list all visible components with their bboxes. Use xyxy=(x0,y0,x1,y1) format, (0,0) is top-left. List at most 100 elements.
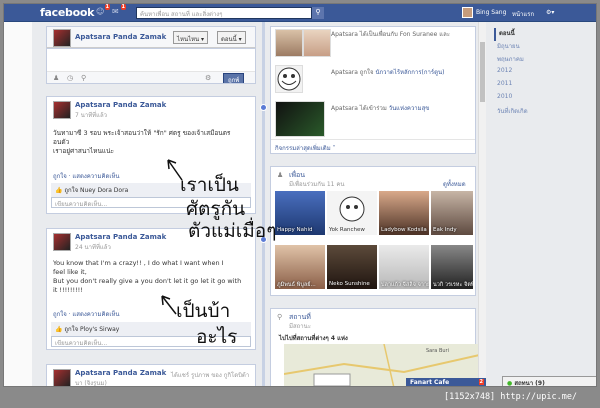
activity-link[interactable]: นักวาดไร้หลักการ(การ์ตูน) xyxy=(375,69,444,76)
see-all-friends-link[interactable]: ดูทั้งหมด xyxy=(443,179,466,189)
activity-prefix: Apatsara ถูกใจ xyxy=(331,69,374,76)
page-avatar[interactable] xyxy=(53,29,71,47)
status-composer: ♟ ◷ ⚲ ⚙ ถูกพ์ xyxy=(46,48,256,84)
activity-text: Apatsara ได้เข้าร่วม วันแห่งความสุข xyxy=(331,103,429,113)
chat-tab-label: Fanart Cafe xyxy=(410,379,450,386)
post-share-info[interactable]: ได้แชร์ รูปภาพ ของ กูกิโดบิต้า xyxy=(171,370,249,380)
home-link[interactable]: หน้าแรก xyxy=(512,9,534,19)
messages-badge: 1 xyxy=(120,4,126,10)
likes-text[interactable]: ถูกใจ Nuey Dora Dora xyxy=(64,187,128,194)
post-author-avatar[interactable] xyxy=(53,233,71,251)
location-icon[interactable]: ⚲ xyxy=(81,74,86,82)
friend-thumbnail[interactable] xyxy=(303,29,331,57)
image-watermark: [1152x748] http://upic.me/ xyxy=(444,392,578,402)
feed-scrollbar[interactable] xyxy=(478,22,486,386)
timeline-dot[interactable] xyxy=(260,236,267,243)
friend-tile[interactable]: Eak Indy xyxy=(431,191,473,245)
friend-requests-icon[interactable]: ☺ 1 xyxy=(96,4,110,17)
year-item-now[interactable]: ตอนนี้ xyxy=(494,28,594,41)
year-item[interactable]: 2012 xyxy=(494,67,594,80)
comment-input[interactable]: เขียนความคิดเห็น... xyxy=(51,197,251,208)
year-item[interactable]: 2010 xyxy=(494,93,594,106)
arrow-annotation xyxy=(161,295,177,315)
audience-icon[interactable]: ⚙ xyxy=(205,74,211,82)
search-input[interactable]: ค้นหาเพื่อน สถานที่ และสิ่งต่างๆ xyxy=(136,7,312,19)
friend-name[interactable]: ปลาแก้ว จีสลิจ จาาย xyxy=(381,281,429,289)
post-actions[interactable]: ถูกใจ · แสดงความคิดเห็น xyxy=(53,309,120,319)
group-thumbnail[interactable] xyxy=(275,101,325,137)
map-pin-icon: ⚲ xyxy=(277,313,283,321)
post-text-line: feel like it, xyxy=(53,268,87,276)
chat-tab-fanart[interactable]: Fanart Cafe 2 xyxy=(406,378,486,386)
post-likes: 👍 ถูกใจ Ploy's Sirway xyxy=(51,322,251,336)
post-card: Apatsara Panda Zamak 24 นาทีที่แล้ว You … xyxy=(46,228,256,350)
comment-input[interactable]: เขียนความคิดเห็น... xyxy=(51,336,251,347)
follow-dropdown[interactable]: ดอนนี้ ▾ xyxy=(217,31,246,44)
more-activity-link[interactable]: กิจกรรมล่าสุดเพิ่มเติม ˅ xyxy=(271,139,475,153)
post-time[interactable]: นา (จิงรูนม) xyxy=(75,378,107,386)
user-avatar[interactable] xyxy=(462,7,473,18)
year-item[interactable]: พฤษภาคม xyxy=(494,54,594,67)
friends-icon: ♟ xyxy=(277,171,284,179)
composer-toolbar: ♟ ◷ ⚲ ⚙ ถูกพ์ xyxy=(47,71,255,83)
troll-face-icon xyxy=(277,67,301,91)
browser-frame: facebook ☺ 1 ✉ 1 ค้นหาเพื่อน สถานที่ และสิ… xyxy=(3,3,597,387)
friend-tile[interactable]: Yok Ranchew xyxy=(327,191,377,245)
map-label: Sara Buri xyxy=(426,348,449,354)
page-name[interactable]: Apatsara Panda Zamak xyxy=(75,33,166,41)
post-author[interactable]: Apatsara Panda Zamak xyxy=(75,369,166,377)
post-button[interactable]: ถูกพ์ xyxy=(223,73,245,83)
timeline-spine xyxy=(262,22,265,386)
friend-tile[interactable]: ปลาแก้ว จีสลิจ จาาย xyxy=(379,245,429,295)
like-thumb-icon: 👍 xyxy=(55,187,63,194)
post-card: Apatsara Panda Zamak ได้แชร์ รูปภาพ ของ … xyxy=(46,364,256,386)
profile-link[interactable]: Bing Sang xyxy=(476,9,506,16)
friend-tile[interactable]: Happy Nahid xyxy=(275,191,325,245)
mutual-friends-count: มีเพื่อนร่วมกัน 11 คน xyxy=(289,181,345,188)
friend-thumbnail[interactable] xyxy=(275,29,303,57)
friend-name[interactable]: Neko Sunshine xyxy=(329,281,370,287)
year-item[interactable]: มิถุนายน xyxy=(494,41,594,54)
friend-name[interactable]: Yok Ranchew xyxy=(329,227,365,233)
arrow-annotation xyxy=(167,159,183,181)
page-thumbnail[interactable] xyxy=(275,65,303,93)
post-card: Apatsara Panda Zamak 7 นาทีที่แล้ว วันทา… xyxy=(46,96,256,214)
like-status-dropdown[interactable]: ไหนไหน ▾ xyxy=(173,31,209,44)
chat-sidebar-toggle[interactable]: ● สถทนา (9) xyxy=(502,376,596,387)
friend-name[interactable]: Ladybow Kodsila xyxy=(381,227,427,233)
settings-icon[interactable]: ⚙▾ xyxy=(546,9,554,16)
scrollbar-thumb[interactable] xyxy=(480,42,485,102)
places-subtitle: มีสถานะ xyxy=(289,323,311,330)
clock-icon[interactable]: ◷ xyxy=(67,74,73,82)
year-item-born[interactable]: วันที่เกิดเกิด xyxy=(494,106,594,119)
post-time[interactable]: 7 นาทีที่แล้ว xyxy=(75,110,107,120)
post-actions[interactable]: ถูกใจ · แสดงความคิดเห็น xyxy=(53,171,120,181)
friend-name[interactable]: ภูมิพนธ์ พิบูลย์... xyxy=(277,281,316,289)
online-dot-icon: ● xyxy=(507,380,513,387)
post-author-avatar[interactable] xyxy=(53,369,71,386)
friend-name[interactable]: Eak Indy xyxy=(433,227,457,233)
person-tag-icon[interactable]: ♟ xyxy=(53,74,59,82)
messages-icon[interactable]: ✉ 1 xyxy=(112,4,126,17)
friend-name[interactable]: Happy Nahid xyxy=(277,227,312,233)
search-icon[interactable]: ⚲ xyxy=(312,7,324,19)
post-author[interactable]: Apatsara Panda Zamak xyxy=(75,233,166,241)
activity-link[interactable]: วันแห่งความสุข xyxy=(389,105,430,112)
post-author[interactable]: Apatsara Panda Zamak xyxy=(75,101,166,109)
facebook-logo[interactable]: facebook xyxy=(40,6,94,19)
friends-card: ♟ เพื่อน มีเพื่อนร่วมกัน 11 คน ดูทั้งหมด… xyxy=(270,166,476,296)
activity-text[interactable]: Apatsara ได้เป็นเพื่อนกับ Fon Suranee แล… xyxy=(331,29,450,39)
activity-prefix: Apatsara ได้เข้าร่วม xyxy=(331,105,387,112)
timeline-year-nav: ตอนนี้ มิถุนายน พฤษภาคม 2012 2011 2010 ว… xyxy=(494,28,594,119)
friend-tile[interactable]: Ladybow Kodsila xyxy=(379,191,429,245)
year-item[interactable]: 2011 xyxy=(494,80,594,93)
friend-tile[interactable]: นวกิ วรเรหะ จิตพิทักษ์ xyxy=(431,245,473,295)
likes-text[interactable]: ถูกใจ Ploy's Sirway xyxy=(64,326,119,333)
post-time[interactable]: 24 นาทีที่แล้ว xyxy=(75,242,111,252)
friend-tile[interactable]: Neko Sunshine xyxy=(327,245,377,295)
post-likes: 👍 ถูกใจ Nuey Dora Dora xyxy=(51,183,251,197)
post-author-avatar[interactable] xyxy=(53,101,71,119)
friend-name[interactable]: นวกิ วรเรหะ จิตพิทักษ์ xyxy=(433,281,473,289)
friend-tile[interactable]: ภูมิพนธ์ พิบูลย์... xyxy=(275,245,325,295)
timeline-dot[interactable] xyxy=(260,104,267,111)
